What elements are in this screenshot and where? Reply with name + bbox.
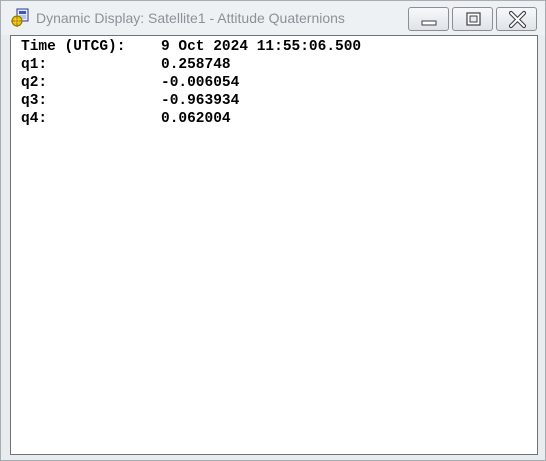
q2-value: -0.006054: [161, 75, 240, 91]
minimize-button[interactable]: [408, 7, 449, 31]
time-value: 9 Oct 2024 11:55:06.500: [161, 39, 362, 55]
display-content-area[interactable]: Time (UTCG): 9 Oct 2024 11:55:06.500 q1:…: [10, 35, 538, 455]
maximize-icon: [466, 12, 481, 26]
q4-row: q4: 0.062004: [21, 110, 231, 182]
q1-value: 0.258748: [161, 57, 231, 73]
q4-value: 0.062004: [161, 111, 231, 127]
q1-label: q1:: [21, 57, 48, 73]
maximize-button[interactable]: [452, 7, 493, 31]
close-icon: [508, 10, 527, 29]
q4-label: q4:: [21, 111, 48, 127]
minimize-icon: [421, 20, 437, 26]
window-title: Dynamic Display: Satellite1 - Attitude Q…: [36, 10, 345, 26]
q2-label: q2:: [21, 75, 48, 91]
title-bar[interactable]: Dynamic Display: Satellite1 - Attitude Q…: [1, 1, 545, 35]
close-button[interactable]: [496, 7, 537, 31]
time-label: Time (UTCG):: [21, 39, 126, 55]
q3-value: -0.963934: [161, 93, 240, 109]
dynamic-display-window: Dynamic Display: Satellite1 - Attitude Q…: [0, 0, 546, 461]
q3-label: q3:: [21, 93, 48, 109]
satellite-app-icon[interactable]: [10, 8, 30, 28]
